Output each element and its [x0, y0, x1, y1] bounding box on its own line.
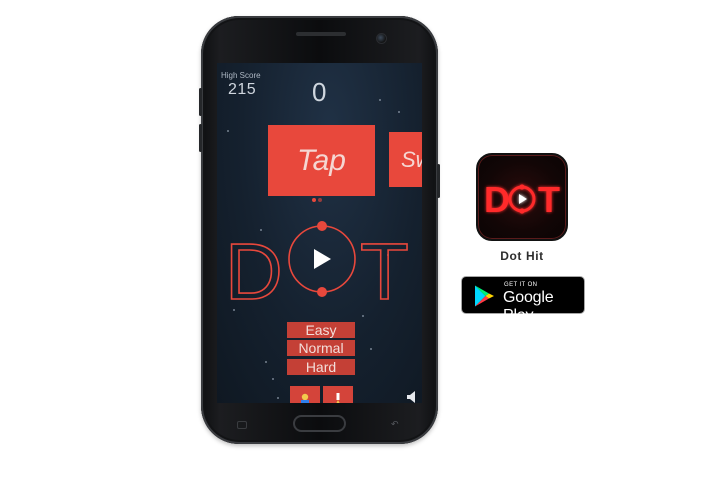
home-button[interactable]: [293, 415, 346, 432]
achievements-icon: [301, 393, 309, 403]
difficulty-hard-button[interactable]: Hard: [287, 359, 355, 375]
difficulty-easy-button[interactable]: Easy: [287, 322, 355, 338]
play-icon: [314, 249, 331, 269]
app-name: Dot Hit: [500, 249, 544, 263]
google-play-badge[interactable]: GET IT ON Google Play: [461, 276, 585, 324]
logo-orbit-dot-bottom: [317, 287, 327, 297]
sound-icon[interactable]: [406, 390, 420, 403]
app-icon-letter-d: D: [484, 179, 510, 220]
achievements-button[interactable]: [290, 386, 320, 403]
back-key[interactable]: ↶: [391, 420, 399, 429]
game-screen: High Score 215 0 Tap Sw D T Easy Normal …: [217, 63, 422, 403]
front-camera: [376, 33, 387, 44]
phone-side-button: [199, 88, 202, 116]
difficulty-normal-button[interactable]: Normal: [287, 340, 355, 356]
leaderboard-button[interactable]: [323, 386, 353, 403]
google-play-icon: [475, 285, 494, 307]
phone-side-button: [199, 124, 202, 152]
logo-letter-t: T: [360, 227, 409, 316]
google-play-badge-small-text: GET IT ON: [504, 282, 538, 288]
app-icon-logo: D T: [484, 179, 560, 220]
logo-letter-d: D: [225, 227, 283, 316]
logo-orbit-dot-top: [317, 221, 327, 231]
phone-speaker: [296, 32, 346, 36]
app-icon[interactable]: D T: [476, 153, 568, 241]
phone-mockup: High Score 215 0 Tap Sw D T Easy Normal …: [199, 16, 440, 444]
app-icon-letter-t: T: [538, 179, 560, 220]
play-button[interactable]: [310, 247, 334, 271]
recent-apps-key[interactable]: [237, 421, 247, 429]
google-play-badge-big-text: Google Play: [503, 289, 554, 324]
leaderboard-icon: [336, 393, 340, 403]
phone-power-button: [437, 164, 440, 198]
